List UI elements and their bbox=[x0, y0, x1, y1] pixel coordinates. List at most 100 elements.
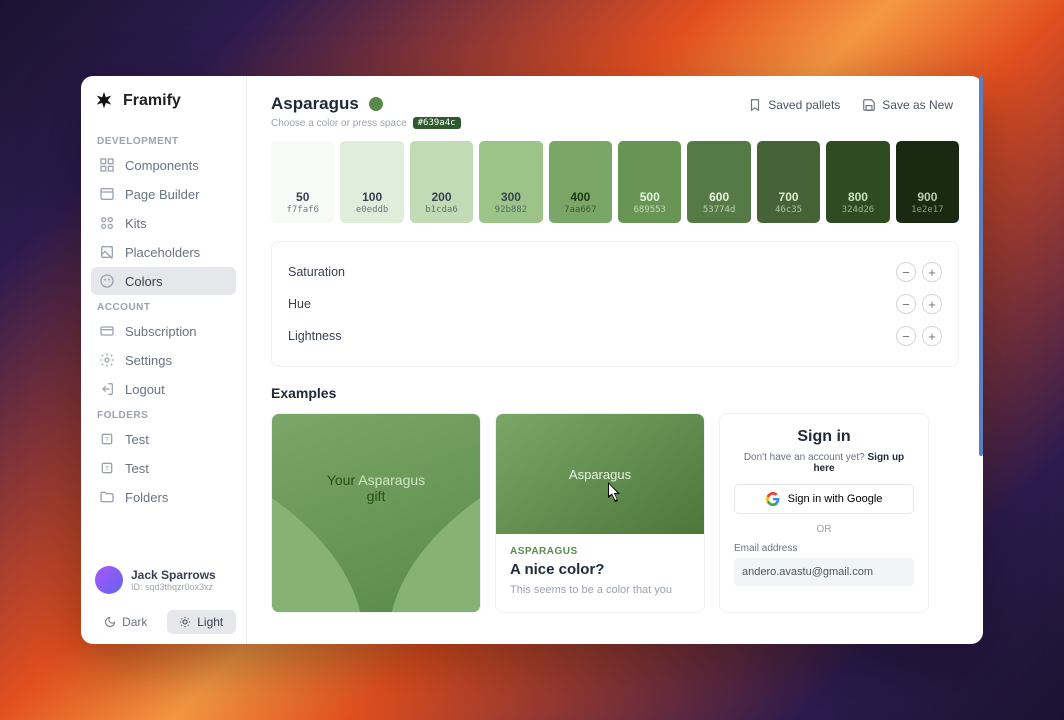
color-header: Asparagus Choose a color or press space … bbox=[271, 94, 959, 129]
subscription-icon bbox=[99, 323, 115, 339]
swatch-50[interactable]: 50f7faf6 bbox=[271, 141, 334, 223]
saturation-control: Saturation − + bbox=[288, 256, 942, 288]
sidebar-item-page-builder[interactable]: Page Builder bbox=[91, 180, 236, 208]
user-name: Jack Sparrows bbox=[131, 568, 216, 582]
text-icon: T bbox=[99, 431, 115, 447]
placeholders-icon bbox=[99, 244, 115, 260]
example-color-card-desc: This seems to be a color that you bbox=[510, 584, 690, 596]
svg-text:T: T bbox=[105, 437, 109, 444]
sidebar-item-label: Placeholders bbox=[125, 245, 200, 260]
google-signin-label: Sign in with Google bbox=[788, 493, 883, 505]
swatch-shade-label: 500 bbox=[640, 190, 660, 204]
sidebar-item-label: Colors bbox=[125, 274, 163, 289]
swatch-900[interactable]: 9001e2e17 bbox=[896, 141, 959, 223]
swatch-hex-label: e0eddb bbox=[356, 205, 389, 215]
avatar bbox=[95, 566, 123, 594]
swatch-shade-label: 300 bbox=[501, 190, 521, 204]
lightness-label: Lightness bbox=[288, 329, 342, 343]
save-as-new-button[interactable]: Save as New bbox=[856, 94, 959, 116]
theme-dark-button[interactable]: Dark bbox=[91, 610, 161, 634]
swatch-hex-label: 46c35 bbox=[775, 205, 802, 215]
hex-badge: #639a4c bbox=[413, 117, 461, 129]
sidebar-item-folders[interactable]: Folders bbox=[91, 483, 236, 511]
example-color-card-headline: A nice color? bbox=[510, 561, 690, 578]
swatch-500[interactable]: 500689553 bbox=[618, 141, 681, 223]
swatch-hex-label: 53774d bbox=[703, 205, 736, 215]
theme-toggle: Dark Light bbox=[91, 604, 236, 634]
swatch-shade-label: 900 bbox=[917, 190, 937, 204]
examples-row: Your Asparagus gift Asparagus ASPARAGUS … bbox=[271, 413, 959, 613]
sidebar-item-label: Test bbox=[125, 461, 149, 476]
signin-signup-text: Don't have an account yet? Sign up here bbox=[734, 452, 914, 474]
sidebar-item-label: Logout bbox=[125, 382, 165, 397]
swatch-400[interactable]: 4007aa667 bbox=[549, 141, 612, 223]
user-id: ID: sqd3thqzr0ox3xz bbox=[131, 582, 216, 592]
color-dot bbox=[369, 97, 383, 111]
swatch-shade-label: 400 bbox=[570, 190, 590, 204]
signin-title: Sign in bbox=[734, 428, 914, 446]
colors-icon bbox=[99, 273, 115, 289]
lightness-increase-button[interactable]: + bbox=[922, 326, 942, 346]
saved-pallets-button[interactable]: Saved pallets bbox=[742, 94, 846, 116]
sidebar-item-colors[interactable]: Colors bbox=[91, 267, 236, 295]
swatch-800[interactable]: 800324d26 bbox=[826, 141, 889, 223]
sidebar-item-placeholders[interactable]: Placeholders bbox=[91, 238, 236, 266]
swatch-row: 50f7faf6100e0eddb200b1cda630092b8824007a… bbox=[271, 141, 959, 223]
text-icon: T bbox=[99, 460, 115, 476]
sidebar-item-test-1[interactable]: T Test bbox=[91, 425, 236, 453]
section-folders: FOLDERS bbox=[91, 404, 236, 425]
swatch-200[interactable]: 200b1cda6 bbox=[410, 141, 473, 223]
sidebar-item-kits[interactable]: Kits bbox=[91, 209, 236, 237]
logout-icon bbox=[99, 381, 115, 397]
sidebar-item-test-2[interactable]: T Test bbox=[91, 454, 236, 482]
swatch-shade-label: 200 bbox=[432, 190, 452, 204]
sidebar: Framify DEVELOPMENT Components Page Buil… bbox=[81, 76, 247, 644]
gift-shape-icon bbox=[272, 498, 480, 612]
saturation-decrease-button[interactable]: − bbox=[896, 262, 916, 282]
saved-pallets-label: Saved pallets bbox=[768, 98, 840, 112]
app-window: Framify DEVELOPMENT Components Page Buil… bbox=[81, 76, 983, 644]
swatch-700[interactable]: 70046c35 bbox=[757, 141, 820, 223]
sidebar-item-components[interactable]: Components bbox=[91, 151, 236, 179]
sidebar-item-subscription[interactable]: Subscription bbox=[91, 317, 236, 345]
color-name: Asparagus bbox=[271, 94, 359, 114]
hue-control: Hue − + bbox=[288, 288, 942, 320]
swatch-shade-label: 600 bbox=[709, 190, 729, 204]
hue-decrease-button[interactable]: − bbox=[896, 294, 916, 314]
email-field[interactable] bbox=[734, 558, 914, 586]
sidebar-item-label: Subscription bbox=[125, 324, 197, 339]
example-signin-card: Sign in Don't have an account yet? Sign … bbox=[719, 413, 929, 613]
section-account: ACCOUNT bbox=[91, 296, 236, 317]
sidebar-item-label: Settings bbox=[125, 353, 172, 368]
scrollbar[interactable] bbox=[979, 76, 983, 456]
swatch-shade-label: 800 bbox=[848, 190, 868, 204]
swatch-300[interactable]: 30092b882 bbox=[479, 141, 542, 223]
example-color-card-header: Asparagus bbox=[496, 414, 704, 534]
brand-logo[interactable]: Framify bbox=[91, 90, 236, 112]
sidebar-item-logout[interactable]: Logout bbox=[91, 375, 236, 403]
brand-mark-icon bbox=[93, 90, 115, 112]
swatch-100[interactable]: 100e0eddb bbox=[340, 141, 403, 223]
save-as-new-label: Save as New bbox=[882, 98, 953, 112]
swatch-hex-label: 92b882 bbox=[495, 205, 528, 215]
saturation-increase-button[interactable]: + bbox=[922, 262, 942, 282]
swatch-600[interactable]: 60053774d bbox=[687, 141, 750, 223]
sliders-panel: Saturation − + Hue − + Lightness − + bbox=[271, 241, 959, 367]
color-subtitle: Choose a color or press space bbox=[271, 118, 407, 129]
theme-light-button[interactable]: Light bbox=[167, 610, 237, 634]
google-signin-button[interactable]: Sign in with Google bbox=[734, 484, 914, 514]
svg-text:T: T bbox=[105, 466, 109, 473]
hue-label: Hue bbox=[288, 297, 311, 311]
sidebar-item-settings[interactable]: Settings bbox=[91, 346, 236, 374]
theme-dark-label: Dark bbox=[122, 615, 147, 629]
lightness-decrease-button[interactable]: − bbox=[896, 326, 916, 346]
user-block[interactable]: Jack Sparrows ID: sqd3thqzr0ox3xz bbox=[91, 560, 236, 604]
example-color-card-name: Asparagus bbox=[569, 467, 631, 482]
moon-icon bbox=[104, 616, 116, 628]
swatch-hex-label: 689553 bbox=[633, 205, 666, 215]
sidebar-item-label: Test bbox=[125, 432, 149, 447]
hue-increase-button[interactable]: + bbox=[922, 294, 942, 314]
sidebar-item-label: Kits bbox=[125, 216, 147, 231]
swatch-shade-label: 700 bbox=[779, 190, 799, 204]
sidebar-item-label: Components bbox=[125, 158, 199, 173]
